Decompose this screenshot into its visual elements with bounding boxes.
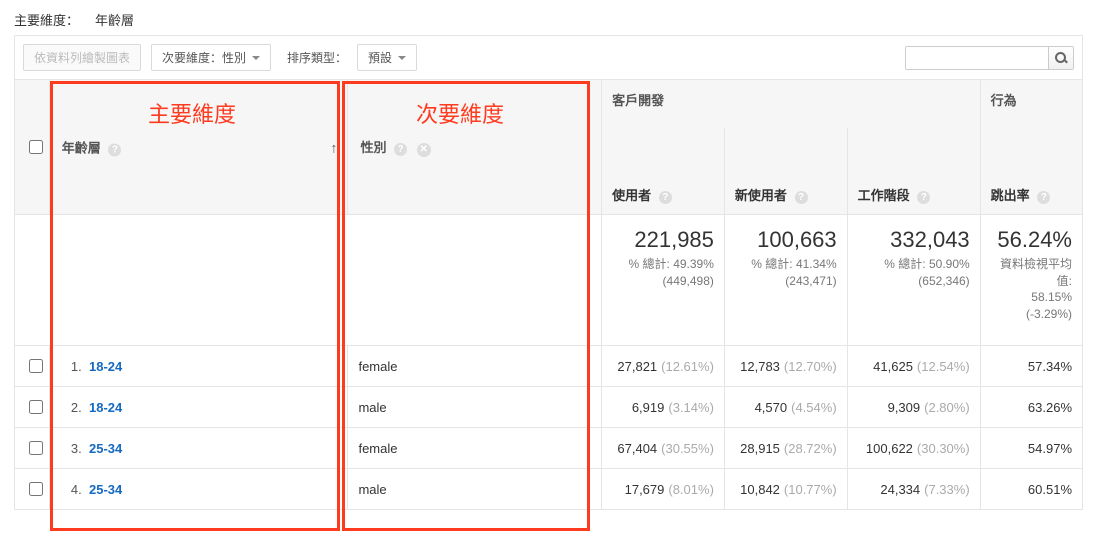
sessions-cell: 100,622(30.30%) (847, 428, 980, 469)
sessions-cell: 41,625(12.54%) (847, 346, 980, 387)
age-link[interactable]: 25-34 (89, 441, 122, 456)
users-cell: 27,821(12.61%) (602, 346, 725, 387)
age-link[interactable]: 25-34 (89, 482, 122, 497)
search-input[interactable] (906, 47, 1048, 69)
primary-dimension-row: 主要維度： 年齡層 (14, 10, 1083, 29)
caret-down-icon (252, 56, 260, 60)
total-new-users: 100,663 % 總計: 41.34% (243,471) (724, 215, 847, 346)
help-icon[interactable]: ? (659, 191, 672, 204)
sort-type-dropdown[interactable]: 預設 (357, 44, 417, 71)
gender-cell: female (348, 428, 602, 469)
users-cell: 6,919(3.14%) (602, 387, 725, 428)
bounce-cell: 63.26% (980, 387, 1082, 428)
caret-down-icon (398, 56, 406, 60)
bounce-cell: 54.97% (980, 428, 1082, 469)
search-icon (1055, 52, 1067, 64)
gender-cell: male (348, 387, 602, 428)
new-users-cell: 4,570(4.54%) (724, 387, 847, 428)
header-group-behavior: 行為 (980, 80, 1082, 129)
sort-type-label: 排序類型： (287, 49, 347, 66)
row-checkbox[interactable] (29, 359, 43, 373)
help-icon[interactable]: ? (917, 191, 930, 204)
users-cell: 17,679(8.01%) (602, 469, 725, 510)
header-gender[interactable]: 性別 (360, 140, 386, 155)
remove-secondary-dim-icon[interactable]: ✕ (417, 143, 431, 157)
plot-rows-button[interactable]: 依資料列繪製圖表 (23, 44, 141, 71)
help-icon[interactable]: ? (108, 144, 121, 157)
gender-cell: male (348, 469, 602, 510)
bounce-cell: 60.51% (980, 469, 1082, 510)
row-checkbox[interactable] (29, 400, 43, 414)
gender-cell: female (348, 346, 602, 387)
row-index: 3. (60, 441, 82, 456)
primary-dim-label: 主要維度： (14, 10, 79, 29)
totals-row: 221,985 % 總計: 49.39% (449,498) 100,663 %… (15, 215, 1083, 346)
row-index: 4. (60, 482, 82, 497)
table-row: 2. 18-24 male 6,919(3.14%) 4,570(4.54%) … (15, 387, 1083, 428)
age-link[interactable]: 18-24 (89, 400, 122, 415)
total-sessions: 332,043 % 總計: 50.90% (652,346) (847, 215, 980, 346)
row-index: 1. (60, 359, 82, 374)
users-cell: 67,404(30.55%) (602, 428, 725, 469)
toolbar: 依資料列繪製圖表 次要維度：性別 排序類型： 預設 (14, 35, 1083, 79)
age-link[interactable]: 18-24 (89, 359, 122, 374)
data-table: 年齡層 ? ↑ 性別 ? ✕ 客戶開發 行為 (14, 79, 1083, 510)
sort-type-value: 預設 (368, 49, 392, 66)
row-index: 2. (60, 400, 82, 415)
total-users: 221,985 % 總計: 49.39% (449,498) (602, 215, 725, 346)
sort-asc-icon[interactable]: ↑ (330, 139, 337, 155)
table-row: 4. 25-34 male 17,679(8.01%) 10,842(10.77… (15, 469, 1083, 510)
bounce-cell: 57.34% (980, 346, 1082, 387)
header-users[interactable]: 使用者 (612, 188, 651, 203)
header-age[interactable]: 年齡層 (62, 141, 101, 156)
new-users-cell: 10,842(10.77%) (724, 469, 847, 510)
row-checkbox[interactable] (29, 482, 43, 496)
total-bounce: 56.24% 資料檢視平均值: 58.15% (-3.29%) (980, 215, 1082, 346)
secondary-dimension-dropdown[interactable]: 次要維度：性別 (151, 44, 271, 71)
secondary-dim-label: 次要維度：性別 (162, 49, 246, 66)
sessions-cell: 9,309(2.80%) (847, 387, 980, 428)
header-sessions[interactable]: 工作階段 (858, 188, 910, 203)
primary-dim-value[interactable]: 年齡層 (95, 10, 134, 29)
help-icon[interactable]: ? (1037, 191, 1050, 204)
sessions-cell: 24,334(7.33%) (847, 469, 980, 510)
help-icon[interactable]: ? (394, 143, 407, 156)
header-group-acquisition: 客戶開發 (602, 80, 981, 129)
search-box (905, 46, 1074, 70)
select-all-checkbox[interactable] (29, 140, 43, 154)
search-button[interactable] (1048, 47, 1073, 69)
table-row: 1. 18-24 female 27,821(12.61%) 12,783(12… (15, 346, 1083, 387)
header-new-users[interactable]: 新使用者 (735, 188, 787, 203)
new-users-cell: 28,915(28.72%) (724, 428, 847, 469)
header-bounce-rate[interactable]: 跳出率 (991, 188, 1030, 203)
help-icon[interactable]: ? (795, 191, 808, 204)
table-row: 3. 25-34 female 67,404(30.55%) 28,915(28… (15, 428, 1083, 469)
new-users-cell: 12,783(12.70%) (724, 346, 847, 387)
row-checkbox[interactable] (29, 441, 43, 455)
